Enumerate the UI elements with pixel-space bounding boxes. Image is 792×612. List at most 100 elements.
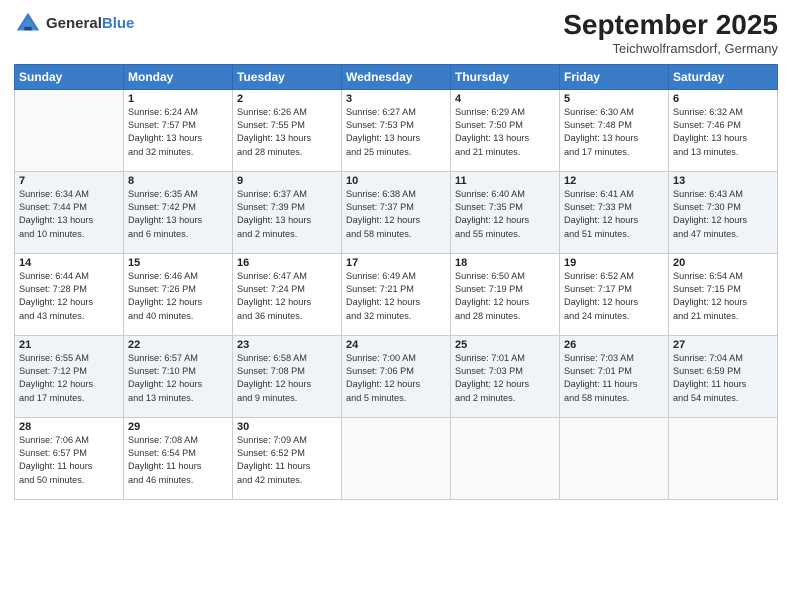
table-row: 12Sunrise: 6:41 AMSunset: 7:33 PMDayligh… <box>560 171 669 253</box>
day-info: Sunrise: 6:37 AMSunset: 7:39 PMDaylight:… <box>237 188 337 241</box>
table-row: 19Sunrise: 6:52 AMSunset: 7:17 PMDayligh… <box>560 253 669 335</box>
col-wednesday: Wednesday <box>342 64 451 89</box>
logo-general: General <box>46 15 102 32</box>
day-number: 13 <box>673 175 773 187</box>
table-row: 21Sunrise: 6:55 AMSunset: 7:12 PMDayligh… <box>15 335 124 417</box>
table-row: 2Sunrise: 6:26 AMSunset: 7:55 PMDaylight… <box>233 89 342 171</box>
day-info: Sunrise: 6:57 AMSunset: 7:10 PMDaylight:… <box>128 352 228 405</box>
day-number: 5 <box>564 93 664 105</box>
day-number: 18 <box>455 257 555 269</box>
day-number: 10 <box>346 175 446 187</box>
day-info: Sunrise: 6:38 AMSunset: 7:37 PMDaylight:… <box>346 188 446 241</box>
table-row: 17Sunrise: 6:49 AMSunset: 7:21 PMDayligh… <box>342 253 451 335</box>
calendar-week-row: 7Sunrise: 6:34 AMSunset: 7:44 PMDaylight… <box>15 171 778 253</box>
col-sunday: Sunday <box>15 64 124 89</box>
logo-icon <box>14 10 42 38</box>
logo-text: GeneralBlue <box>46 15 134 33</box>
calendar-location: Teichwolframsdorf, Germany <box>563 41 778 56</box>
day-number: 26 <box>564 339 664 351</box>
page-header: GeneralBlue September 2025 Teichwolframs… <box>14 10 778 56</box>
table-row: 14Sunrise: 6:44 AMSunset: 7:28 PMDayligh… <box>15 253 124 335</box>
day-number: 17 <box>346 257 446 269</box>
day-info: Sunrise: 6:54 AMSunset: 7:15 PMDaylight:… <box>673 270 773 323</box>
table-row: 6Sunrise: 6:32 AMSunset: 7:46 PMDaylight… <box>669 89 778 171</box>
day-number: 1 <box>128 93 228 105</box>
day-number: 11 <box>455 175 555 187</box>
day-number: 30 <box>237 421 337 433</box>
table-row: 15Sunrise: 6:46 AMSunset: 7:26 PMDayligh… <box>124 253 233 335</box>
day-number: 24 <box>346 339 446 351</box>
table-row <box>560 417 669 499</box>
calendar-week-row: 28Sunrise: 7:06 AMSunset: 6:57 PMDayligh… <box>15 417 778 499</box>
day-info: Sunrise: 7:06 AMSunset: 6:57 PMDaylight:… <box>19 434 119 487</box>
day-info: Sunrise: 6:49 AMSunset: 7:21 PMDaylight:… <box>346 270 446 323</box>
calendar-header-row: Sunday Monday Tuesday Wednesday Thursday… <box>15 64 778 89</box>
day-number: 14 <box>19 257 119 269</box>
table-row <box>669 417 778 499</box>
table-row: 29Sunrise: 7:08 AMSunset: 6:54 PMDayligh… <box>124 417 233 499</box>
day-info: Sunrise: 6:40 AMSunset: 7:35 PMDaylight:… <box>455 188 555 241</box>
day-number: 7 <box>19 175 119 187</box>
day-number: 3 <box>346 93 446 105</box>
title-block: September 2025 Teichwolframsdorf, German… <box>563 10 778 56</box>
day-number: 16 <box>237 257 337 269</box>
table-row: 9Sunrise: 6:37 AMSunset: 7:39 PMDaylight… <box>233 171 342 253</box>
day-info: Sunrise: 7:08 AMSunset: 6:54 PMDaylight:… <box>128 434 228 487</box>
table-row: 18Sunrise: 6:50 AMSunset: 7:19 PMDayligh… <box>451 253 560 335</box>
table-row: 24Sunrise: 7:00 AMSunset: 7:06 PMDayligh… <box>342 335 451 417</box>
day-info: Sunrise: 6:34 AMSunset: 7:44 PMDaylight:… <box>19 188 119 241</box>
day-number: 9 <box>237 175 337 187</box>
day-number: 28 <box>19 421 119 433</box>
day-info: Sunrise: 7:04 AMSunset: 6:59 PMDaylight:… <box>673 352 773 405</box>
day-info: Sunrise: 6:43 AMSunset: 7:30 PMDaylight:… <box>673 188 773 241</box>
logo-blue: Blue <box>102 15 135 32</box>
calendar-week-row: 21Sunrise: 6:55 AMSunset: 7:12 PMDayligh… <box>15 335 778 417</box>
day-info: Sunrise: 6:29 AMSunset: 7:50 PMDaylight:… <box>455 106 555 159</box>
day-info: Sunrise: 6:26 AMSunset: 7:55 PMDaylight:… <box>237 106 337 159</box>
table-row: 8Sunrise: 6:35 AMSunset: 7:42 PMDaylight… <box>124 171 233 253</box>
table-row: 28Sunrise: 7:06 AMSunset: 6:57 PMDayligh… <box>15 417 124 499</box>
day-number: 29 <box>128 421 228 433</box>
day-number: 12 <box>564 175 664 187</box>
col-monday: Monday <box>124 64 233 89</box>
day-info: Sunrise: 6:47 AMSunset: 7:24 PMDaylight:… <box>237 270 337 323</box>
day-info: Sunrise: 6:44 AMSunset: 7:28 PMDaylight:… <box>19 270 119 323</box>
calendar-week-row: 1Sunrise: 6:24 AMSunset: 7:57 PMDaylight… <box>15 89 778 171</box>
table-row: 13Sunrise: 6:43 AMSunset: 7:30 PMDayligh… <box>669 171 778 253</box>
day-info: Sunrise: 6:52 AMSunset: 7:17 PMDaylight:… <box>564 270 664 323</box>
day-number: 4 <box>455 93 555 105</box>
col-friday: Friday <box>560 64 669 89</box>
table-row: 30Sunrise: 7:09 AMSunset: 6:52 PMDayligh… <box>233 417 342 499</box>
day-info: Sunrise: 6:32 AMSunset: 7:46 PMDaylight:… <box>673 106 773 159</box>
table-row: 23Sunrise: 6:58 AMSunset: 7:08 PMDayligh… <box>233 335 342 417</box>
day-number: 8 <box>128 175 228 187</box>
table-row <box>451 417 560 499</box>
day-number: 22 <box>128 339 228 351</box>
day-info: Sunrise: 6:30 AMSunset: 7:48 PMDaylight:… <box>564 106 664 159</box>
table-row: 4Sunrise: 6:29 AMSunset: 7:50 PMDaylight… <box>451 89 560 171</box>
day-number: 6 <box>673 93 773 105</box>
day-info: Sunrise: 7:09 AMSunset: 6:52 PMDaylight:… <box>237 434 337 487</box>
table-row: 20Sunrise: 6:54 AMSunset: 7:15 PMDayligh… <box>669 253 778 335</box>
day-info: Sunrise: 7:01 AMSunset: 7:03 PMDaylight:… <box>455 352 555 405</box>
col-saturday: Saturday <box>669 64 778 89</box>
page-container: GeneralBlue September 2025 Teichwolframs… <box>0 0 792 612</box>
col-thursday: Thursday <box>451 64 560 89</box>
calendar-table: Sunday Monday Tuesday Wednesday Thursday… <box>14 64 778 500</box>
table-row: 26Sunrise: 7:03 AMSunset: 7:01 PMDayligh… <box>560 335 669 417</box>
table-row: 10Sunrise: 6:38 AMSunset: 7:37 PMDayligh… <box>342 171 451 253</box>
table-row: 3Sunrise: 6:27 AMSunset: 7:53 PMDaylight… <box>342 89 451 171</box>
day-number: 15 <box>128 257 228 269</box>
table-row: 11Sunrise: 6:40 AMSunset: 7:35 PMDayligh… <box>451 171 560 253</box>
day-info: Sunrise: 6:41 AMSunset: 7:33 PMDaylight:… <box>564 188 664 241</box>
day-info: Sunrise: 6:46 AMSunset: 7:26 PMDaylight:… <box>128 270 228 323</box>
day-number: 25 <box>455 339 555 351</box>
calendar-week-row: 14Sunrise: 6:44 AMSunset: 7:28 PMDayligh… <box>15 253 778 335</box>
day-number: 20 <box>673 257 773 269</box>
day-info: Sunrise: 6:50 AMSunset: 7:19 PMDaylight:… <box>455 270 555 323</box>
day-info: Sunrise: 7:00 AMSunset: 7:06 PMDaylight:… <box>346 352 446 405</box>
day-info: Sunrise: 7:03 AMSunset: 7:01 PMDaylight:… <box>564 352 664 405</box>
day-info: Sunrise: 6:35 AMSunset: 7:42 PMDaylight:… <box>128 188 228 241</box>
day-info: Sunrise: 6:24 AMSunset: 7:57 PMDaylight:… <box>128 106 228 159</box>
day-info: Sunrise: 6:27 AMSunset: 7:53 PMDaylight:… <box>346 106 446 159</box>
